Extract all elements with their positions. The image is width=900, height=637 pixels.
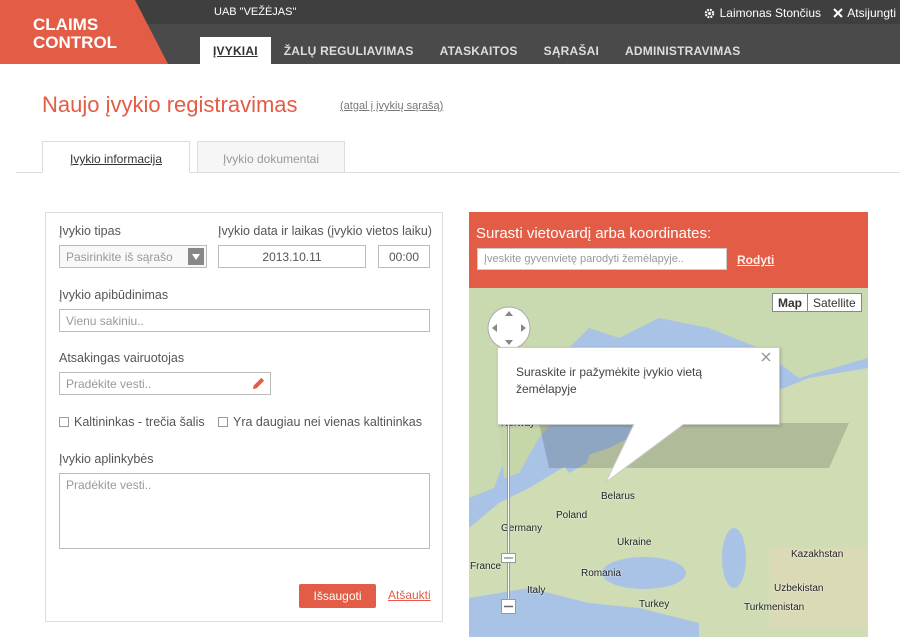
back-to-list-link[interactable]: (atgal į įvykių sąrašą) <box>340 100 443 112</box>
map-label-romania: Romania <box>581 568 622 579</box>
cancel-link[interactable]: Atšaukti <box>388 588 431 602</box>
driver-placeholder: Pradėkite vesti.. <box>66 377 152 391</box>
pan-control[interactable] <box>486 305 532 351</box>
date-label: Įvykio data ir laikas (įvykio vietos lai… <box>218 224 432 238</box>
logout-button[interactable]: Atsijungti <box>833 6 896 20</box>
main-nav: ĮVYKIAI ŽALŲ REGULIAVIMAS ATASKAITOS SĄR… <box>200 37 753 64</box>
map-panel: Surasti vietovardį arba koordinates: Įve… <box>469 212 868 637</box>
close-icon <box>833 8 844 18</box>
info-bubble-pointer <box>605 424 685 483</box>
gear-icon <box>704 8 714 18</box>
claims-control-logo[interactable]: CLAIMS CONTROL <box>0 0 168 64</box>
logout-label: Atsijungti <box>847 6 896 20</box>
type-select-value: Pasirinkite iš sąrašo <box>66 250 173 264</box>
save-button[interactable]: Išsaugoti <box>299 584 376 608</box>
third-party-checkbox[interactable]: Kaltininkas - trečia šalis <box>59 415 205 429</box>
description-input[interactable]: Vienu sakiniu.. <box>59 309 430 332</box>
location-search-input[interactable]: Įveskite gyvenvietę parodyti žemėlapyje.… <box>477 248 727 270</box>
date-field[interactable]: 2013.10.11 <box>218 245 366 268</box>
driver-input[interactable]: Pradėkite vesti.. <box>59 372 271 395</box>
nav-item-events[interactable]: ĮVYKIAI <box>200 37 271 64</box>
checkbox-box[interactable] <box>59 417 69 427</box>
driver-label: Atsakingas vairuotojas <box>59 351 185 365</box>
map-label-turkmenistan: Turkmenistan <box>744 602 805 613</box>
user-menu[interactable]: Laimonas Stončius <box>704 6 821 20</box>
map-search-header: Surasti vietovardį arba koordinates: Įve… <box>469 212 868 288</box>
map-type-satellite-button[interactable]: Satellite <box>807 293 862 312</box>
map-view[interactable]: Norway Belarus Poland Germany Ukraine Ka… <box>469 288 868 637</box>
type-label: Įvykio tipas <box>59 224 121 238</box>
circumstances-textarea[interactable]: Pradėkite vesti.. <box>59 473 430 549</box>
map-search-title: Surasti vietovardį arba koordinates: <box>476 225 712 242</box>
nav-item-damage-regulation[interactable]: ŽALŲ REGULIAVIMAS <box>271 37 427 64</box>
logo-line1: CLAIMS <box>33 15 98 34</box>
show-on-map-button[interactable]: Rodyti <box>737 253 774 267</box>
company-name: UAB "VEŽĖJAS" <box>214 6 297 18</box>
page-title: Naujo įvykio registravimas <box>42 92 298 117</box>
chevron-down-icon <box>188 248 204 265</box>
zoom-slider-handle[interactable] <box>501 553 516 563</box>
map-label-ukraine: Ukraine <box>617 537 652 548</box>
map-label-poland: Poland <box>556 510 588 521</box>
map-type-map-button[interactable]: Map <box>772 293 808 312</box>
time-field[interactable]: 00:00 <box>378 245 430 268</box>
logo-line2: CONTROL <box>33 33 117 52</box>
description-label: Įvykio apibūdinimas <box>59 288 169 302</box>
checkbox-box[interactable] <box>218 417 228 427</box>
info-bubble: Suraskite ir pažymėkite įvykio vietą žem… <box>497 347 780 425</box>
map-label-italy: Italy <box>527 585 546 596</box>
close-icon[interactable] <box>761 352 771 362</box>
pencil-icon[interactable] <box>251 376 266 391</box>
tab-event-documents[interactable]: Įvykio dokumentai <box>197 141 345 173</box>
nav-item-lists[interactable]: SĄRAŠAI <box>531 37 612 64</box>
map-label-turkey: Turkey <box>639 599 670 610</box>
zoom-out-icon[interactable] <box>501 599 516 614</box>
event-form: Įvykio tipas Pasirinkite iš sąrašo Įvyki… <box>45 212 443 622</box>
map-label-france: France <box>470 561 502 572</box>
multiple-culprits-label: Yra daugiau nei vienas kaltininkas <box>233 415 423 429</box>
nav-item-reports[interactable]: ATASKAITOS <box>427 37 531 64</box>
multiple-culprits-checkbox[interactable]: Yra daugiau nei vienas kaltininkas <box>218 415 422 429</box>
info-bubble-text: Suraskite ir pažymėkite įvykio vietą žem… <box>516 365 703 396</box>
map-label-kazakhstan: Kazakhstan <box>791 549 844 560</box>
zoom-slider-track[interactable] <box>507 417 510 607</box>
type-select[interactable]: Pasirinkite iš sąrašo <box>59 245 207 268</box>
circumstances-label: Įvykio aplinkybės <box>59 452 154 466</box>
nav-item-administration[interactable]: ADMINISTRAVIMAS <box>612 37 753 64</box>
top-bar: CLAIMS CONTROL UAB "VEŽĖJAS" Laimonas St… <box>0 0 900 64</box>
user-name: Laimonas Stončius <box>719 6 821 20</box>
third-party-label: Kaltininkas - trečia šalis <box>74 415 205 429</box>
tab-event-info[interactable]: Įvykio informacija <box>42 141 190 173</box>
map-label-belarus: Belarus <box>601 491 635 502</box>
map-label-uzbekistan: Uzbekistan <box>774 583 824 594</box>
